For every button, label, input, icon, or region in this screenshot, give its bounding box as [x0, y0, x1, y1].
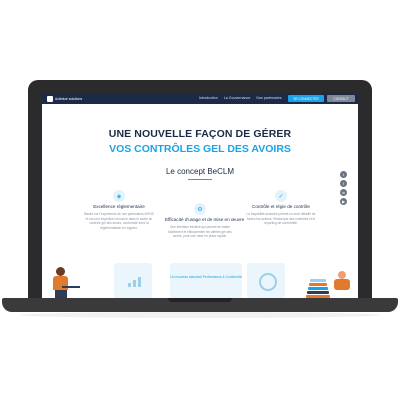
- nav-item-introduction[interactable]: Introduction: [199, 96, 218, 100]
- nav-item-partenaires[interactable]: Nos partenaires: [256, 96, 281, 100]
- top-navigation-bar: Actimize solutions Introduction La Gouve…: [42, 93, 358, 104]
- social-links: t f in ▶: [340, 171, 347, 205]
- youtube-icon[interactable]: ▶: [340, 198, 347, 205]
- logo-mark-icon: [47, 95, 53, 102]
- logo-text: Actimize solutions: [55, 96, 83, 101]
- laptop-screen: Actimize solutions Introduction La Gouve…: [42, 93, 358, 298]
- feature-excellence: ◈ Excellence réglementaire Basée sur l'e…: [84, 190, 154, 230]
- concept-title: Le concept BeCLM: [165, 167, 235, 176]
- hero-title-line-2: VOS CONTRÔLES GEL DES AVOIRS: [109, 143, 291, 155]
- linkedin-icon[interactable]: in: [340, 189, 347, 196]
- hero-title-line-1: UNE NOUVELLE FAÇON DE GÉRER: [108, 128, 292, 140]
- person-with-books-illustration: [304, 269, 354, 298]
- contact-button[interactable]: CONTACT: [327, 95, 355, 102]
- feature-text: Basée sur l'expérience de nos partenaire…: [84, 212, 154, 230]
- connect-button[interactable]: SE CONNECTER: [288, 95, 324, 102]
- feature-efficacite: ⚙ Efficacité d'usage et de mise en œuvre…: [165, 203, 245, 239]
- feature-text: Une interface intuitive qui permet de tr…: [168, 225, 232, 239]
- laptop-base-notch: [168, 298, 232, 302]
- laptop-shadow: [20, 312, 380, 318]
- feature-title: Excellence réglementaire: [93, 204, 145, 209]
- gauge-icon: [259, 273, 277, 291]
- main-nav: Introduction La Gouvernance Nos partenai…: [199, 96, 282, 100]
- feature-title: Efficacité d'usage et de mise en œuvre: [165, 217, 245, 222]
- feature-text: La traçabilité avancée permet un suivi d…: [246, 212, 316, 226]
- shield-icon: ◈: [113, 190, 125, 202]
- nav-item-gouvernance[interactable]: La Gouvernance: [224, 96, 251, 100]
- card-chart: [114, 263, 152, 298]
- feature-controle: ✓ Contrôle et régie de contrôle La traça…: [246, 190, 316, 226]
- gear-icon: ⚙: [194, 203, 206, 215]
- card-label: Un nouveau standard Performance & Confor…: [170, 275, 242, 279]
- check-icon: ✓: [275, 190, 287, 202]
- bar-chart-icon: [128, 277, 141, 287]
- twitter-icon[interactable]: t: [340, 171, 347, 178]
- card-gauge: [247, 263, 285, 298]
- concept-underline: [188, 179, 212, 180]
- feature-title: Contrôle et régie de contrôle: [252, 204, 310, 209]
- facebook-icon[interactable]: f: [340, 180, 347, 187]
- logo[interactable]: Actimize solutions: [47, 95, 83, 102]
- card-standard: Un nouveau standard Performance & Confor…: [170, 263, 242, 298]
- person-at-desk-illustration: [50, 267, 80, 298]
